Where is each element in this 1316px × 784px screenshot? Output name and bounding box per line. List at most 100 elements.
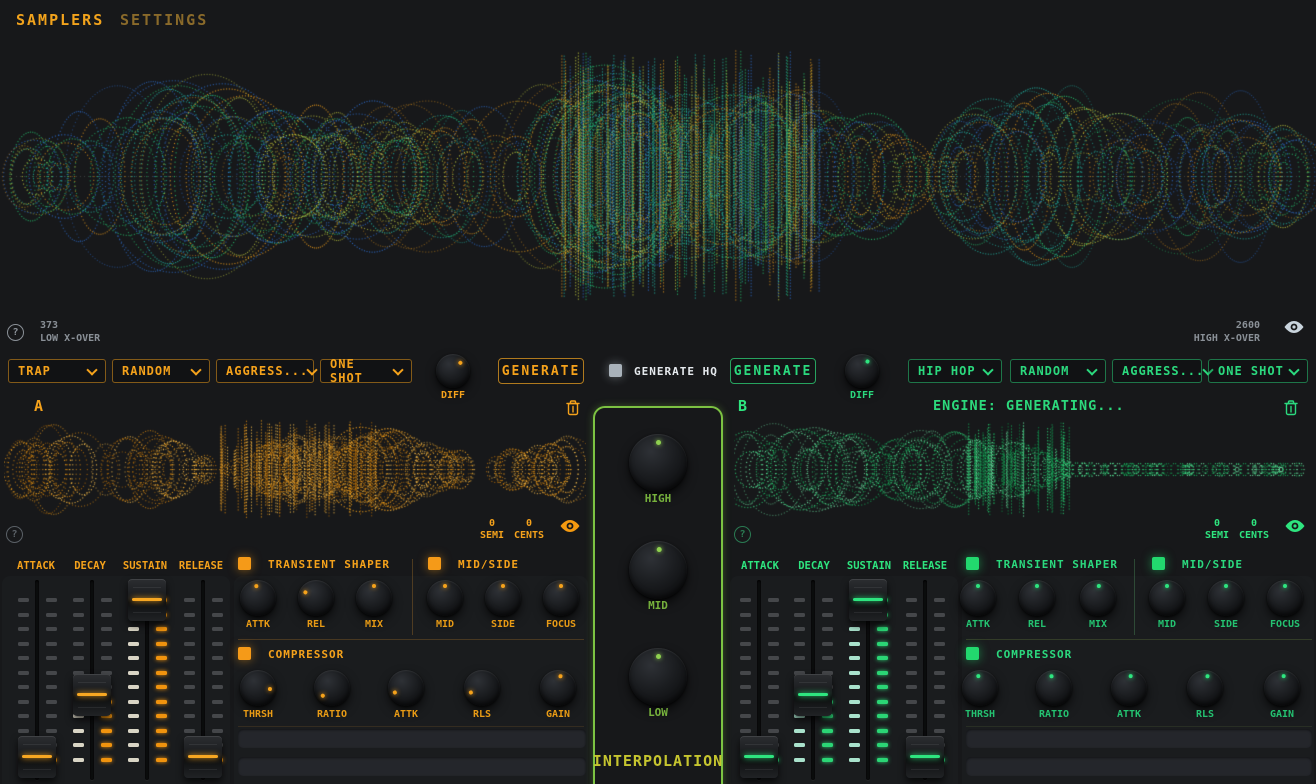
- character-dropdown-b[interactable]: AGGRESS...: [1112, 359, 1202, 383]
- midside-checkbox-a[interactable]: [428, 557, 441, 570]
- help-icon-a[interactable]: ?: [6, 526, 23, 543]
- focus-knob-b[interactable]: [1267, 580, 1303, 616]
- fader-tick: [849, 656, 860, 660]
- diff-knob-a[interactable]: [436, 354, 470, 388]
- tab-samplers[interactable]: SAMPLERS: [16, 11, 104, 29]
- comp-gain-knob-b[interactable]: [1264, 670, 1300, 706]
- interpolation-low-knob[interactable]: [629, 648, 687, 706]
- low-xover-value[interactable]: 373: [40, 320, 58, 331]
- transient-shaper-checkbox-a[interactable]: [238, 557, 251, 570]
- fader-tick: [212, 700, 223, 704]
- diff-knob-b[interactable]: [845, 354, 879, 388]
- eye-icon-a[interactable]: [559, 519, 581, 533]
- knob-indicator: [485, 580, 521, 616]
- rel-label: REL: [307, 619, 325, 630]
- comp-attk-knob-b[interactable]: [1111, 670, 1147, 706]
- text-field-a-2[interactable]: [238, 757, 586, 776]
- text-field-a-1[interactable]: [238, 729, 586, 748]
- divider: [966, 639, 1312, 640]
- rls-label: RLS: [473, 709, 491, 720]
- mode-dropdown-b[interactable]: RANDOM: [1010, 359, 1106, 383]
- tab-settings[interactable]: SETTINGS: [120, 11, 208, 29]
- fader-tick: [212, 685, 223, 689]
- compressor-checkbox-a[interactable]: [238, 647, 251, 660]
- comp-rls-knob-a[interactable]: [464, 670, 500, 706]
- help-icon-b[interactable]: ?: [734, 526, 751, 543]
- transient-mix-knob-b[interactable]: [1080, 580, 1116, 616]
- fader-handle-attack[interactable]: [740, 736, 778, 778]
- playback-dropdown-a[interactable]: ONE SHOT: [320, 359, 412, 383]
- eye-icon-b[interactable]: [1284, 519, 1306, 533]
- help-glyph: ?: [11, 529, 17, 540]
- chevron-down-icon: [190, 364, 201, 375]
- mid-knob-a[interactable]: [427, 580, 463, 616]
- transient-attack-knob-b[interactable]: [960, 580, 996, 616]
- interpolation-low-label: LOW: [648, 706, 668, 719]
- side-label: SIDE: [1214, 619, 1238, 630]
- mid-knob-b[interactable]: [1149, 580, 1185, 616]
- compressor-label-a: COMPRESSOR: [268, 648, 344, 661]
- comp-thrsh-knob-a[interactable]: [240, 670, 276, 706]
- comp-gain-knob-a[interactable]: [540, 670, 576, 706]
- generate-button-a[interactable]: GENERATE: [498, 358, 584, 384]
- character-dropdown-a[interactable]: AGGRESS...: [216, 359, 314, 383]
- transient-mix-knob-a[interactable]: [356, 580, 392, 616]
- fader-tick: [877, 714, 888, 718]
- fader-tick: [906, 714, 917, 718]
- fader-handle-attack[interactable]: [18, 736, 56, 778]
- genre-dropdown-b[interactable]: HIP HOP: [908, 359, 1002, 383]
- genre-dropdown-a[interactable]: TRAP: [8, 359, 106, 383]
- comp-ratio-knob-b[interactable]: [1036, 670, 1072, 706]
- fader-tick: [46, 700, 57, 704]
- fader-tick: [877, 700, 888, 704]
- compressor-checkbox-b[interactable]: [966, 647, 979, 660]
- sample-b-waveform[interactable]: [734, 412, 1312, 526]
- semi-value-a[interactable]: 0: [478, 518, 506, 529]
- interpolation-high-knob[interactable]: [629, 434, 687, 492]
- fader-value-stripe: [910, 755, 940, 758]
- attack-label-a: ATTACK: [17, 560, 55, 572]
- fader-handle-decay[interactable]: [73, 674, 111, 716]
- comp-rls-knob-b[interactable]: [1187, 670, 1223, 706]
- diff-knob-label-b: DIFF: [850, 390, 874, 401]
- fader-tick: [73, 758, 84, 762]
- eye-icon[interactable]: [1283, 320, 1305, 334]
- generate-button-b[interactable]: GENERATE: [730, 358, 816, 384]
- fader-tick: [934, 714, 945, 718]
- comp-ratio-knob-a[interactable]: [314, 670, 350, 706]
- fader-handle-sustain[interactable]: [128, 579, 166, 621]
- text-field-b-1[interactable]: [966, 729, 1312, 748]
- side-knob-b[interactable]: [1208, 580, 1244, 616]
- help-icon[interactable]: ?: [7, 324, 24, 341]
- transient-shaper-checkbox-b[interactable]: [966, 557, 979, 570]
- semi-value-b[interactable]: 0: [1203, 518, 1231, 529]
- cents-value-b[interactable]: 0: [1236, 518, 1272, 529]
- transient-release-knob-b[interactable]: [1019, 580, 1055, 616]
- fader-handle-release[interactable]: [906, 736, 944, 778]
- generate-hq-checkbox[interactable]: [609, 364, 622, 377]
- transient-attack-knob-a[interactable]: [240, 580, 276, 616]
- midside-checkbox-b[interactable]: [1152, 557, 1165, 570]
- comp-attk-knob-a[interactable]: [388, 670, 424, 706]
- comp-thrsh-knob-b[interactable]: [962, 670, 998, 706]
- mode-dropdown-a[interactable]: RANDOM: [112, 359, 210, 383]
- interpolation-mid-knob[interactable]: [629, 541, 687, 599]
- fader-handle-release[interactable]: [184, 736, 222, 778]
- fader-handle-decay[interactable]: [794, 674, 832, 716]
- side-knob-a[interactable]: [485, 580, 521, 616]
- fader-tick: [906, 700, 917, 704]
- cents-value-a[interactable]: 0: [511, 518, 547, 529]
- transient-release-knob-a[interactable]: [298, 580, 334, 616]
- fader-tick: [906, 613, 917, 617]
- fader-tick: [184, 700, 195, 704]
- focus-knob-a[interactable]: [543, 580, 579, 616]
- knob-indicator: [429, 347, 477, 395]
- fader-tick: [46, 613, 57, 617]
- fader-value-stripe: [132, 598, 162, 601]
- playback-dropdown-b[interactable]: ONE SHOT: [1208, 359, 1308, 383]
- fader-handle-sustain[interactable]: [849, 579, 887, 621]
- high-xover-value[interactable]: 2600: [1236, 320, 1260, 331]
- fader-tick: [877, 729, 888, 733]
- sample-a-waveform[interactable]: [4, 412, 586, 526]
- text-field-b-2[interactable]: [966, 757, 1312, 776]
